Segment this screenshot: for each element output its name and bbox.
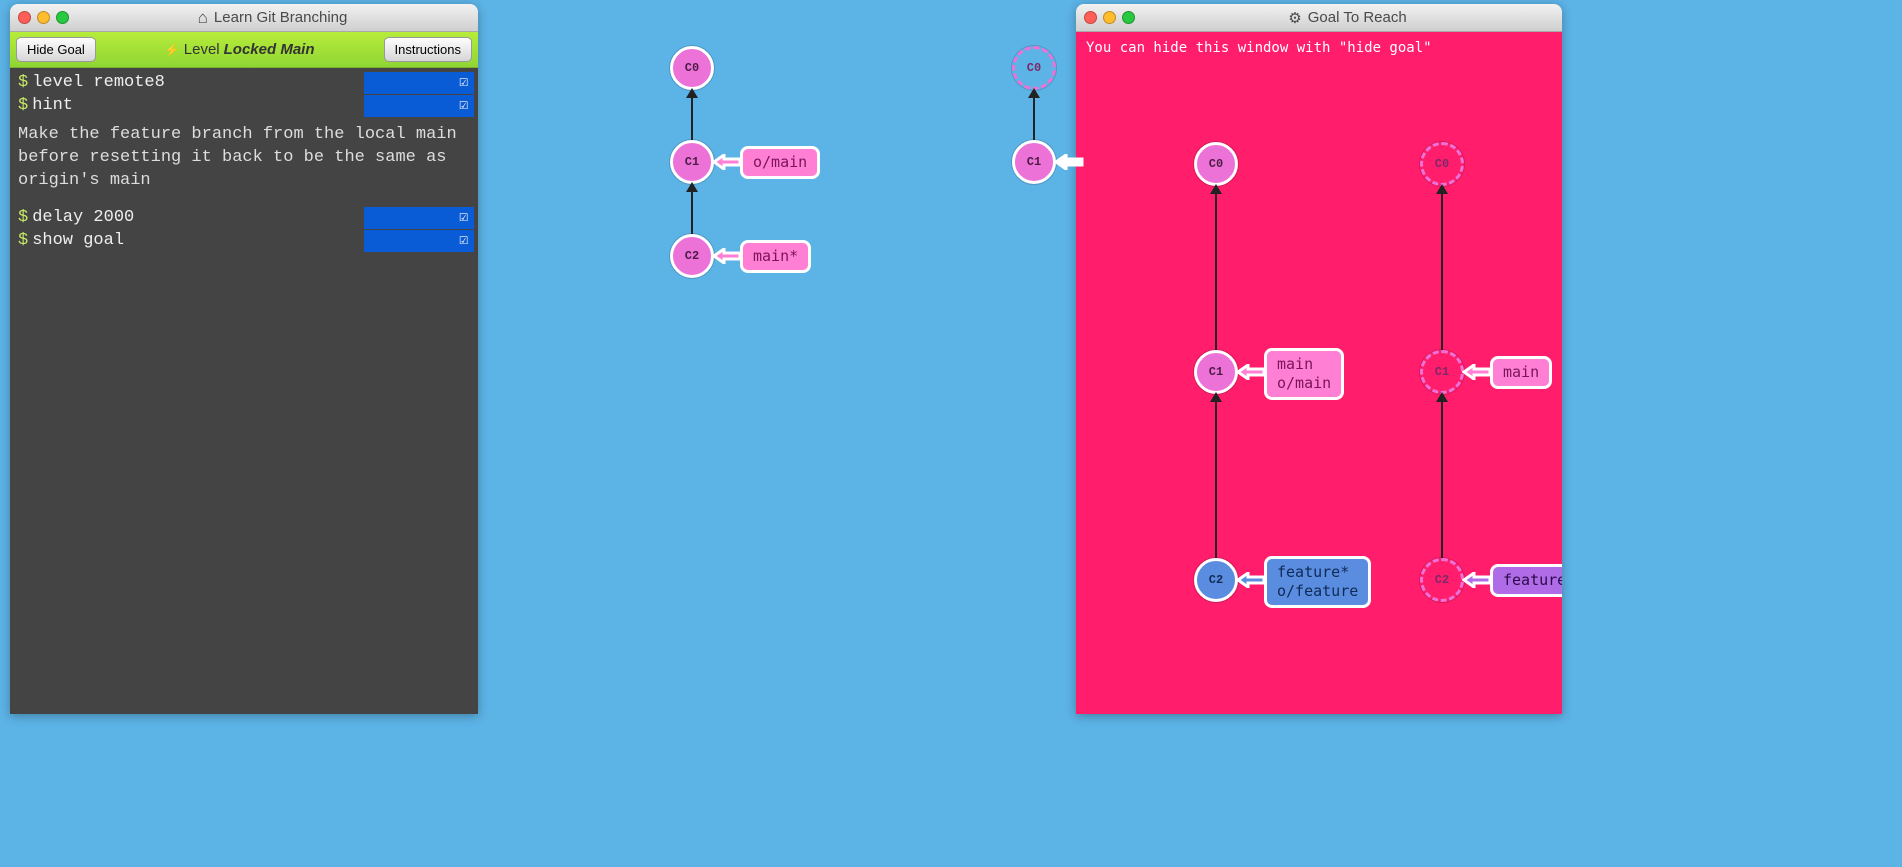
branch-label[interactable]: main* bbox=[740, 240, 811, 273]
branch-arrow-icon bbox=[1236, 364, 1264, 380]
check-icon bbox=[459, 231, 468, 251]
commit-node[interactable]: C1 bbox=[1194, 350, 1238, 394]
terminal-titlebar[interactable]: Learn Git Branching bbox=[10, 4, 478, 32]
commit-node[interactable]: C1 bbox=[1012, 140, 1056, 184]
command-text: hint bbox=[32, 95, 364, 118]
commit-node[interactable]: C1 bbox=[1420, 350, 1464, 394]
command-text: show goal bbox=[32, 230, 364, 253]
terminal-title: Learn Git Branching bbox=[75, 8, 470, 28]
goal-title: Goal To Reach bbox=[1141, 9, 1554, 27]
prompt: $ bbox=[10, 95, 32, 118]
commit-edge bbox=[1441, 394, 1443, 558]
hide-goal-button[interactable]: Hide Goal bbox=[16, 37, 96, 62]
commit-node[interactable]: C2 bbox=[1420, 558, 1464, 602]
command-status bbox=[364, 230, 474, 252]
commit-edge bbox=[691, 90, 693, 140]
instructions-button[interactable]: Instructions bbox=[384, 37, 472, 62]
prompt: $ bbox=[10, 207, 32, 230]
command-row: $ delay 2000 bbox=[10, 207, 478, 230]
branch-arrow-icon bbox=[1462, 364, 1490, 380]
command-row: $ level remote8 bbox=[10, 72, 478, 95]
branch-label[interactable]: o/main bbox=[740, 146, 820, 179]
prompt: $ bbox=[10, 230, 32, 253]
commit-edge bbox=[691, 184, 693, 234]
command-text: level remote8 bbox=[32, 72, 364, 95]
close-icon[interactable] bbox=[18, 11, 31, 24]
zoom-icon[interactable] bbox=[1122, 11, 1135, 24]
check-icon bbox=[459, 73, 468, 93]
terminal-title-text: Learn Git Branching bbox=[214, 9, 347, 26]
minimize-icon[interactable] bbox=[1103, 11, 1116, 24]
zoom-icon[interactable] bbox=[56, 11, 69, 24]
command-status bbox=[364, 72, 474, 94]
commit-node[interactable]: C2 bbox=[1194, 558, 1238, 602]
check-icon bbox=[459, 208, 468, 228]
commit-edge bbox=[1215, 394, 1217, 558]
close-icon[interactable] bbox=[1084, 11, 1097, 24]
command-row: $ show goal bbox=[10, 230, 478, 253]
terminal-body[interactable]: $ level remote8 $ hint Make the feature … bbox=[10, 68, 478, 714]
branch-label[interactable]: feature* o/feature bbox=[1264, 556, 1371, 608]
commit-node[interactable]: C0 bbox=[1420, 142, 1464, 186]
branch-arrow-icon bbox=[1236, 572, 1264, 588]
commit-edge bbox=[1215, 186, 1217, 350]
branch-label[interactable]: main o/main bbox=[1264, 348, 1344, 400]
level-label: Level Locked Main bbox=[165, 41, 315, 58]
commit-edge bbox=[1441, 186, 1443, 350]
hint-output: Make the feature branch from the local m… bbox=[10, 118, 478, 207]
branch-arrow-icon bbox=[1462, 572, 1490, 588]
commit-node[interactable]: C0 bbox=[1012, 46, 1056, 90]
command-status bbox=[364, 95, 474, 117]
minimize-icon[interactable] bbox=[37, 11, 50, 24]
home-icon bbox=[198, 8, 208, 28]
commit-node[interactable]: C1 bbox=[670, 140, 714, 184]
branch-label[interactable]: main bbox=[1490, 356, 1552, 389]
branch-arrow-icon bbox=[1054, 154, 1082, 170]
goal-body: You can hide this window with "hide goal… bbox=[1076, 32, 1562, 714]
commit-edge bbox=[1033, 90, 1035, 140]
goal-hint-text: You can hide this window with "hide goal… bbox=[1086, 40, 1432, 56]
level-name: Locked Main bbox=[224, 41, 315, 58]
prompt: $ bbox=[10, 72, 32, 95]
goal-title-text: Goal To Reach bbox=[1308, 9, 1407, 26]
branch-arrow-icon bbox=[712, 248, 740, 264]
traffic-lights bbox=[18, 11, 69, 24]
traffic-lights bbox=[1084, 11, 1135, 24]
check-icon bbox=[459, 96, 468, 116]
branch-label[interactable]: feature bbox=[1490, 564, 1562, 597]
commit-node[interactable]: C0 bbox=[670, 46, 714, 90]
goal-window: Goal To Reach You can hide this window w… bbox=[1076, 4, 1562, 714]
command-text: delay 2000 bbox=[32, 207, 364, 230]
level-toolbar: Hide Goal Level Locked Main Instructions bbox=[10, 32, 478, 68]
commit-node[interactable]: C2 bbox=[670, 234, 714, 278]
command-row: $ hint bbox=[10, 95, 478, 118]
level-prefix: Level bbox=[184, 41, 220, 58]
commit-node[interactable]: C0 bbox=[1194, 142, 1238, 186]
goal-titlebar[interactable]: Goal To Reach bbox=[1076, 4, 1562, 32]
terminal-window: Learn Git Branching Hide Goal Level Lock… bbox=[10, 4, 478, 714]
command-status bbox=[364, 207, 474, 229]
branch-arrow-icon bbox=[712, 154, 740, 170]
gear-icon bbox=[1288, 9, 1301, 27]
bolt-icon bbox=[165, 41, 180, 58]
